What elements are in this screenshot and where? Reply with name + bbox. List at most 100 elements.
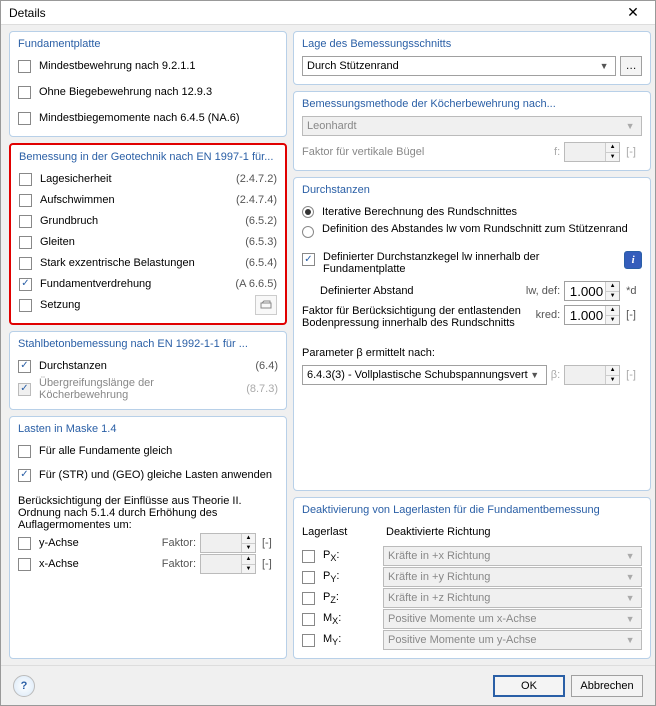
chevron-down-icon: ▼ [623, 593, 637, 603]
dropdown-value: 6.4.3(3) - Vollplastische Schubspannungs… [307, 369, 528, 381]
checkbox[interactable] [19, 215, 32, 228]
ok-button[interactable]: OK [493, 675, 565, 697]
dropdown-value: Kräfte in +y Richtung [388, 571, 623, 583]
checkbox[interactable] [18, 112, 31, 125]
label: Setzung [40, 299, 251, 311]
settings-icon-button[interactable] [255, 295, 277, 315]
ref: (6.5.4) [245, 257, 277, 269]
faktor-label: Faktor: [162, 537, 196, 549]
symbol: MY: [323, 633, 379, 647]
checkbox[interactable] [19, 173, 32, 186]
checkbox[interactable] [19, 194, 32, 207]
unit: [-] [262, 558, 278, 570]
radio[interactable] [302, 206, 314, 218]
label: Für (STR) und (GEO) gleiche Lasten anwen… [39, 469, 278, 481]
cancel-button[interactable]: Abbrechen [571, 675, 643, 697]
unit: [-] [626, 146, 642, 158]
info-icon[interactable]: i [624, 251, 642, 269]
label: Parameter β ermittelt nach: [302, 347, 642, 359]
unit: [-] [262, 537, 278, 549]
group-lage: Lage des Bemessungsschnitts Durch Stütze… [293, 31, 651, 85]
checkbox[interactable] [302, 253, 315, 266]
direction-dropdown: Kräfte in +y Richtung▼ [383, 567, 642, 587]
group-title: Deaktivierung von Lagerlasten für die Fu… [302, 504, 642, 516]
window-title: Details [9, 6, 617, 20]
label: Definierter Durchstanzkegel lw innerhalb… [323, 251, 620, 275]
checkbox[interactable] [18, 445, 31, 458]
kred-input[interactable]: ▲▼ [564, 305, 620, 325]
ref: (6.5.3) [245, 236, 277, 248]
checkbox[interactable] [18, 360, 31, 373]
label: Ohne Biegebewehrung nach 12.9.3 [39, 86, 278, 98]
label: y-Achse [39, 537, 99, 549]
spin-up-icon[interactable]: ▲ [606, 282, 619, 292]
checkbox[interactable] [18, 86, 31, 99]
help-icon[interactable]: ? [13, 675, 35, 697]
label: Lagesicherheit [40, 173, 232, 185]
group-fundamentplatte: Fundamentplatte Mindestbewehrung nach 9.… [9, 31, 287, 137]
faktor-label: Faktor: [162, 558, 196, 570]
symbol: lw, def: [526, 285, 560, 297]
label: Mindestbewehrung nach 9.2.1.1 [39, 60, 278, 72]
direction-dropdown: Positive Momente um x-Achse▼ [383, 609, 642, 629]
column-header: Deaktivierte Richtung [386, 526, 491, 538]
checkbox[interactable] [302, 550, 315, 563]
checkbox[interactable] [18, 60, 31, 73]
checkbox[interactable] [302, 613, 315, 626]
checkbox[interactable] [302, 634, 315, 647]
group-title: Stahlbetonbemessung nach EN 1992-1-1 für… [18, 338, 278, 350]
param-dropdown[interactable]: 6.4.3(3) - Vollplastische Schubspannungs… [302, 365, 547, 385]
spin-up-icon[interactable]: ▲ [606, 306, 619, 316]
group-deaktivierung: Deaktivierung von Lagerlasten für die Fu… [293, 497, 651, 659]
faktor-input: ▲▼ [564, 142, 620, 162]
beta-input: ▲▼ [564, 365, 620, 385]
dropdown-value: Durch Stützenrand [307, 60, 597, 72]
unit: [-] [626, 309, 642, 321]
group-title: Bemessung in der Geotechnik nach EN 1997… [19, 151, 277, 163]
checkbox[interactable] [18, 469, 31, 482]
group-geotechnik: Bemessung in der Geotechnik nach EN 1997… [9, 143, 287, 325]
dropdown-value: Positive Momente um x-Achse [388, 613, 623, 625]
ref: (2.4.7.2) [236, 173, 277, 185]
dropdown-value: Kräfte in +z Richtung [388, 592, 623, 604]
checkbox[interactable] [19, 278, 32, 291]
label: x-Achse [39, 558, 99, 570]
symbol: β: [551, 369, 560, 381]
symbol: PY: [323, 570, 379, 584]
symbol: PZ: [323, 591, 379, 605]
symbol: MX: [323, 612, 379, 626]
checkbox[interactable] [18, 558, 31, 571]
titlebar: Details ✕ [1, 1, 655, 25]
group-title: Bemessungsmethode der Köcherbewehrung na… [302, 98, 642, 110]
def-abstand-input[interactable]: ▲▼ [564, 281, 620, 301]
ellipsis-button[interactable]: … [620, 56, 642, 76]
checkbox[interactable] [19, 299, 32, 312]
spin-down-icon[interactable]: ▼ [606, 316, 619, 325]
label: Mindestbiegemomente nach 6.4.5 (NA.6) [39, 112, 278, 124]
group-title: Fundamentplatte [18, 38, 278, 50]
ref: (6.5.2) [245, 215, 277, 227]
symbol: PX: [323, 549, 379, 563]
label: Definierter Abstand [320, 285, 522, 297]
checkbox[interactable] [18, 537, 31, 550]
lage-dropdown[interactable]: Durch Stützenrand ▼ [302, 56, 616, 76]
checkbox[interactable] [19, 236, 32, 249]
unit: [-] [626, 369, 642, 381]
group-title: Lasten in Maske 1.4 [18, 423, 278, 435]
checkbox[interactable] [302, 571, 315, 584]
checkbox[interactable] [19, 257, 32, 270]
ref: (8.7.3) [246, 383, 278, 395]
direction-dropdown: Kräfte in +z Richtung▼ [383, 588, 642, 608]
radio[interactable] [302, 226, 314, 238]
checkbox[interactable] [302, 592, 315, 605]
koecher-dropdown: Leonhardt ▼ [302, 116, 642, 136]
close-icon[interactable]: ✕ [617, 3, 649, 23]
chevron-down-icon: ▼ [623, 635, 637, 645]
label: Gleiten [40, 236, 241, 248]
chevron-down-icon: ▼ [623, 614, 637, 624]
group-durchstanzen: Durchstanzen Iterative Berechnung des Ru… [293, 177, 651, 491]
ref: (A 6.6.5) [235, 278, 277, 290]
spin-down-icon[interactable]: ▼ [606, 292, 619, 301]
label: Durchstanzen [39, 360, 251, 372]
unit: *d [626, 285, 642, 297]
